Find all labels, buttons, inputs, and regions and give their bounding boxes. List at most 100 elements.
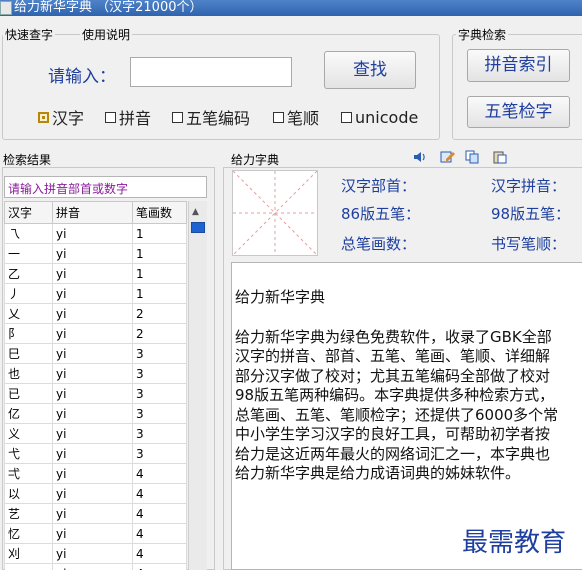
cell-pinyin: yi	[52, 343, 133, 364]
cell-char: 丿	[4, 283, 53, 304]
cell-char: 以	[4, 483, 53, 504]
table-row[interactable]: 乂 yi 2	[4, 303, 187, 324]
mode-hanzi[interactable]: 汉字	[38, 106, 84, 128]
mode-hanzi-label: 汉字	[52, 109, 85, 128]
table-row[interactable]: 乙 yi 1	[4, 263, 187, 284]
column-header[interactable]: 笔画数	[132, 201, 187, 224]
content-heading: 给力新华字典	[235, 288, 326, 306]
mode-pinyin-check[interactable]	[105, 111, 116, 123]
content-line: 中小学生学习汉字的良好工具，可帮助初学者按	[235, 425, 551, 443]
cell-strokes: 3	[132, 383, 187, 404]
mode-hanzi-check[interactable]	[38, 111, 49, 123]
mode-unicode[interactable]: unicode	[341, 106, 418, 128]
column-header[interactable]: 拼音	[52, 201, 133, 224]
mode-stroke-order-label: 笔顺	[287, 109, 320, 128]
cell-char: 弋	[4, 443, 53, 464]
dict-search-label: 字典检索	[456, 26, 509, 43]
content-line: 汉字的拼音、部首、五笔、笔画、笔顺、详细解	[235, 347, 551, 365]
content-line: 部分汉字做了校对；尤其五笔编码全部做了校对	[235, 366, 551, 385]
mode-pinyin[interactable]: 拼音	[105, 106, 151, 128]
cell-strokes: 4	[132, 543, 187, 564]
cell-strokes: 4	[132, 483, 187, 504]
cell-strokes: 1	[132, 223, 187, 244]
cell-char: 乙	[4, 263, 53, 284]
table-row[interactable]: 艺 yi 4	[4, 503, 187, 524]
pinyin-index-button[interactable]: 拼音索引	[467, 49, 570, 82]
table-row[interactable]: 丿 yi 1	[4, 283, 187, 304]
cell-pinyin: yi	[52, 363, 133, 384]
cell-pinyin: yi	[52, 283, 133, 304]
query-input[interactable]	[130, 57, 292, 87]
cell-strokes: 2	[132, 323, 187, 344]
mode-wubi[interactable]: 五笔编码	[172, 106, 250, 128]
wubi86-label: 86版五笔：	[341, 205, 421, 223]
cell-strokes: 4	[132, 503, 187, 524]
edit-icon[interactable]	[440, 150, 456, 164]
paste-icon[interactable]	[492, 150, 508, 164]
results-label: 检索结果	[3, 153, 52, 167]
pinyin-label: 汉字拼音：	[491, 177, 567, 195]
cell-strokes: 1	[132, 283, 187, 304]
scroll-thumb[interactable]	[191, 222, 205, 233]
table-row[interactable]: 刈 yi 4	[4, 543, 187, 564]
table-row[interactable]: 亿 yi 3	[4, 403, 187, 424]
mode-stroke-order[interactable]: 笔顺	[273, 106, 319, 128]
table-row[interactable]: 巳 yi 3	[4, 343, 187, 364]
cell-char: 巳	[4, 343, 53, 364]
table-row[interactable]: 弌 yi 4	[4, 463, 187, 484]
cell-char: 阝	[4, 323, 53, 344]
wubi-lookup-button[interactable]: 五笔检字	[467, 96, 570, 128]
table-row[interactable]: 已 yi 3	[4, 383, 187, 404]
title-bar: 给力新华字典 （汉字21000个）	[0, 0, 582, 16]
cell-pinyin: yi	[52, 403, 133, 424]
table-row[interactable]: 阝 yi 2	[4, 323, 187, 344]
cell-char	[4, 563, 53, 570]
cell-char: 艺	[4, 503, 53, 524]
speaker-icon[interactable]	[412, 150, 428, 164]
cell-pinyin: yi	[52, 483, 133, 504]
mode-unicode-label: unicode	[355, 107, 419, 127]
cell-char: 弌	[4, 463, 53, 484]
cell-pinyin: yi	[52, 463, 133, 484]
results-filter-input[interactable]: 请输入拼音部首或数字	[4, 176, 207, 198]
dictionary-label: 给力字典	[231, 153, 280, 167]
cell-char: 乂	[4, 303, 53, 324]
cell-pinyin: yi	[52, 423, 133, 444]
column-header[interactable]: 汉字	[4, 201, 53, 224]
table-header: 汉字 拼音 笔画数	[4, 201, 187, 224]
quick-search-label: 快速查字	[3, 26, 56, 43]
cell-pinyin: yi	[52, 223, 133, 244]
cell-pinyin: yi	[52, 443, 133, 464]
table-row[interactable]: 也 yi 3	[4, 363, 187, 384]
cell-strokes: 4	[132, 523, 187, 544]
cell-pinyin: yi	[52, 563, 133, 570]
table-row[interactable]: 义 yi 3	[4, 423, 187, 444]
mode-unicode-check[interactable]	[341, 111, 352, 123]
mode-stroke-order-check[interactable]	[273, 111, 284, 123]
cell-strokes: 4	[132, 463, 187, 484]
help-link[interactable]: 使用说明	[80, 26, 133, 43]
radical-label: 汉字部首：	[341, 177, 417, 195]
cell-strokes: 3	[132, 403, 187, 424]
scroll-up-icon[interactable]: ▲	[192, 207, 199, 217]
cell-char: 刈	[4, 543, 53, 564]
results-scrollbar[interactable]: ▲	[188, 201, 207, 570]
wubi98-label: 98版五笔：	[491, 205, 571, 223]
table-row[interactable]: 乁 yi 1	[4, 223, 187, 244]
content-line: 总笔画、五笔、笔顺检字；还提供了6000多个常	[235, 405, 559, 424]
mode-wubi-check[interactable]	[172, 111, 183, 123]
cell-strokes: 2	[132, 303, 187, 324]
table-row[interactable]: 一 yi 1	[4, 243, 187, 264]
content-line: 给力新华字典是给力成语词典的姊妹软件。	[235, 464, 521, 482]
table-row[interactable]: yi4	[4, 563, 187, 570]
cell-char: 义	[4, 423, 53, 444]
copy-icon[interactable]	[464, 150, 480, 164]
stroke-order-label: 书写笔顺：	[491, 235, 567, 253]
watermark-text: 最需教育	[462, 528, 567, 558]
cell-pinyin: yi	[52, 383, 133, 404]
cell-strokes: 3	[132, 423, 187, 444]
table-row[interactable]: 以 yi 4	[4, 483, 187, 504]
table-row[interactable]: 忆 yi 4	[4, 523, 187, 544]
table-row[interactable]: 弋 yi 3	[4, 443, 187, 464]
search-button[interactable]: 查找	[324, 51, 416, 89]
